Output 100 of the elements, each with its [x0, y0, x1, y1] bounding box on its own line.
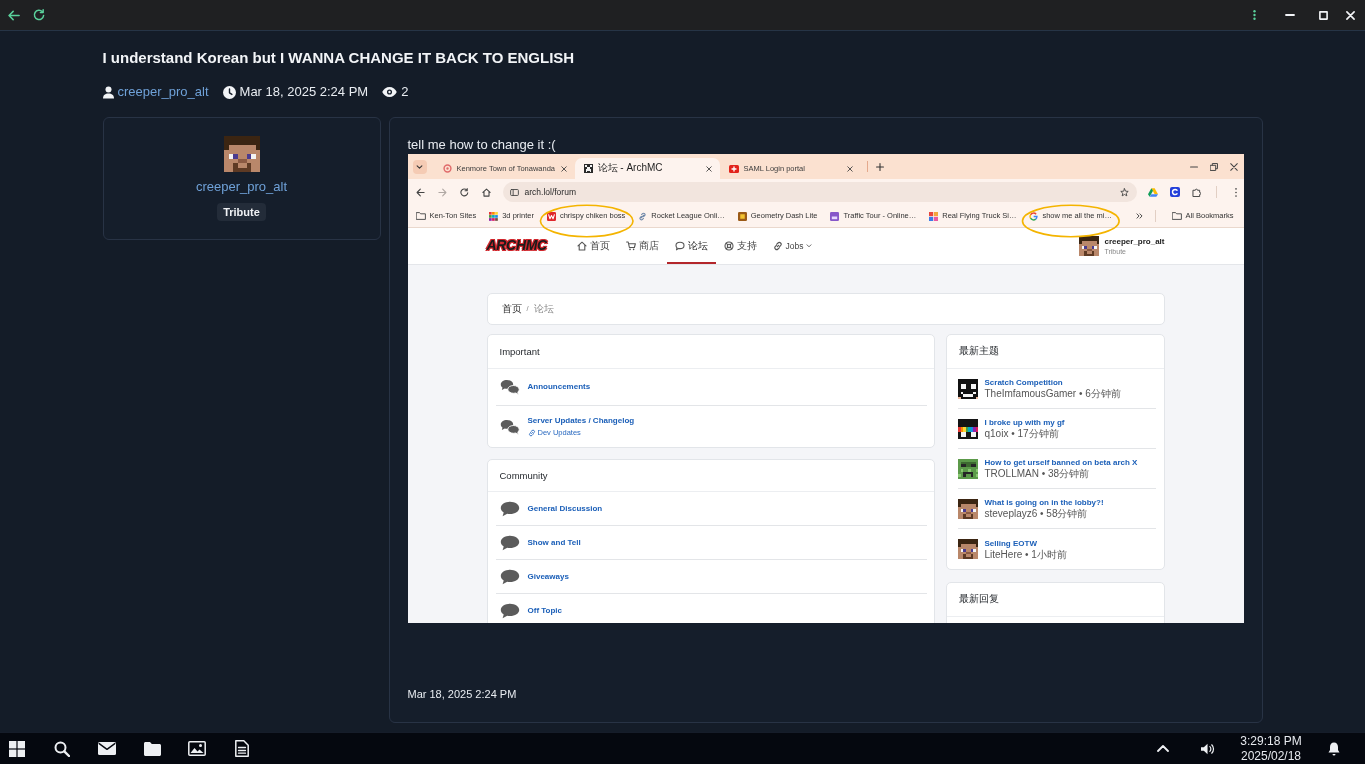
- caret-icon: [416, 164, 423, 169]
- avatar-icon: [957, 498, 978, 519]
- search-icon[interactable]: [54, 740, 70, 757]
- star-icon[interactable]: [1119, 187, 1129, 197]
- game-icon: [737, 211, 747, 221]
- link-icon: [527, 428, 536, 437]
- clock-date[interactable]: 2025/02/18: [1236, 748, 1306, 764]
- topic-meta: TROLLMAN • 38分钟前: [984, 468, 1091, 480]
- speaker-icon[interactable]: [1201, 742, 1215, 755]
- plus-icon[interactable]: [875, 162, 884, 171]
- close-icon[interactable]: [560, 165, 567, 172]
- category-title: Community: [487, 460, 934, 492]
- nav-link[interactable]: 商店: [617, 228, 667, 264]
- document-icon[interactable]: [235, 740, 249, 757]
- windows-start-icon[interactable]: [9, 740, 25, 757]
- avatar-icon: [957, 378, 978, 399]
- nav-link[interactable]: 支持: [715, 228, 765, 264]
- topic-link[interactable]: Scratch Competition: [984, 377, 1121, 388]
- nav-link[interactable]: 论坛: [666, 228, 716, 264]
- clock-time[interactable]: 3:29:18 PM: [1236, 733, 1306, 749]
- card-title: 最新主题: [946, 335, 1164, 369]
- link-icon: [772, 241, 783, 251]
- comment-icon: [499, 568, 520, 585]
- chevron-up-icon[interactable]: [1157, 745, 1169, 752]
- avatar-icon: [957, 539, 978, 559]
- chain-icon: [638, 211, 648, 221]
- more-bookmarks-icon[interactable]: [1135, 213, 1143, 219]
- topic-meta: steveplayz6 • 58分钟前: [984, 508, 1089, 520]
- more-icon[interactable]: [1253, 9, 1256, 21]
- back-arrow-icon[interactable]: [416, 187, 425, 197]
- folder-icon: [1171, 212, 1182, 220]
- category-title: Important: [487, 335, 934, 369]
- clock-icon: [222, 85, 236, 99]
- nav-link[interactable]: 首页: [568, 228, 618, 264]
- extension-icon[interactable]: [1169, 187, 1180, 197]
- restore-icon[interactable]: [1209, 162, 1218, 171]
- avatar-icon: [223, 136, 260, 172]
- bell-icon[interactable]: [1328, 741, 1340, 756]
- topic-link[interactable]: How to get urself banned on beta arch X: [984, 457, 1138, 468]
- breadcrumb-link[interactable]: 首页: [501, 302, 522, 316]
- topic-link[interactable]: I broke up with my gf: [984, 417, 1065, 428]
- reload-icon[interactable]: [33, 9, 45, 21]
- eye-icon: [382, 87, 398, 97]
- forum-link[interactable]: General Discussion: [527, 503, 603, 514]
- grid-icon: [489, 211, 499, 221]
- user-name[interactable]: creeper_pro_alt: [1104, 236, 1165, 247]
- nav-link[interactable]: Jobs: [764, 228, 821, 264]
- forum-link[interactable]: Show and Tell: [527, 537, 581, 548]
- close-icon[interactable]: [846, 165, 853, 172]
- topic-link[interactable]: Selling EOTW: [984, 537, 1067, 549]
- comment-icon: [499, 534, 520, 551]
- forum-link[interactable]: Off Topic: [527, 606, 562, 616]
- post-title: I understand Korean but I WANNA CHANGE IT BACK TO ENGLISH: [102, 48, 576, 68]
- maximize-icon[interactable]: [1319, 10, 1328, 20]
- address-bar[interactable]: arch.lol/forum: [502, 182, 1137, 202]
- chat-icon: [674, 241, 685, 251]
- avatar-icon: [957, 458, 978, 479]
- avatar-icon[interactable]: [1079, 236, 1100, 256]
- close-icon[interactable]: [705, 165, 712, 172]
- rank-badge: Tribute: [217, 203, 266, 221]
- message-date: Mar 18, 2025 2:24 PM: [407, 687, 518, 701]
- back-arrow-icon[interactable]: [8, 9, 20, 21]
- topic-meta: LiteHere • 1小时前: [984, 548, 1067, 561]
- drive-icon[interactable]: [1147, 187, 1158, 197]
- image-icon[interactable]: [188, 741, 206, 756]
- forum-link[interactable]: Giveaways: [527, 571, 569, 582]
- author-name-link[interactable]: creeper_pro_alt: [195, 178, 288, 196]
- tiles-icon: [929, 211, 939, 221]
- more-icon[interactable]: [1234, 187, 1237, 197]
- view-count: 2: [401, 83, 409, 102]
- google-icon: [1029, 211, 1039, 221]
- message-text: tell me how to change it :(: [407, 136, 557, 154]
- comments-icon: [499, 418, 520, 435]
- favicon-icon: [583, 164, 593, 173]
- lifebuoy-icon: [723, 241, 734, 251]
- folder-icon: [415, 212, 426, 220]
- site-info-icon[interactable]: [509, 187, 519, 197]
- comment-icon: [499, 603, 520, 619]
- comment-icon: [499, 500, 520, 517]
- card-title: 最新回复: [946, 583, 1164, 617]
- game-icon: [830, 211, 840, 221]
- mail-icon[interactable]: [98, 742, 116, 755]
- favicon-icon: [442, 164, 452, 173]
- folder-icon[interactable]: [143, 741, 161, 756]
- tab-list-button[interactable]: [412, 159, 427, 174]
- home-icon[interactable]: [482, 187, 491, 197]
- author-link[interactable]: creeper_pro_alt: [117, 82, 209, 102]
- reload-icon[interactable]: [460, 187, 469, 197]
- logo-icon: [546, 211, 556, 221]
- forum-link[interactable]: Announcements: [527, 382, 591, 392]
- browser-tab[interactable]: 论坛 - ArchMC: [574, 158, 720, 179]
- site-logo[interactable]: ARCHMC: [486, 237, 557, 255]
- avatar-icon: [957, 418, 978, 439]
- favicon-icon: [728, 164, 739, 173]
- puzzle-icon[interactable]: [1192, 187, 1201, 197]
- cart-icon: [625, 241, 636, 251]
- post-date: Mar 18, 2025 2:24 PM: [239, 83, 369, 102]
- topic-link[interactable]: What is going on in the lobby?!: [984, 497, 1104, 508]
- forum-link[interactable]: Server Updates / Changelog: [527, 415, 635, 426]
- close-icon[interactable]: [1229, 162, 1238, 171]
